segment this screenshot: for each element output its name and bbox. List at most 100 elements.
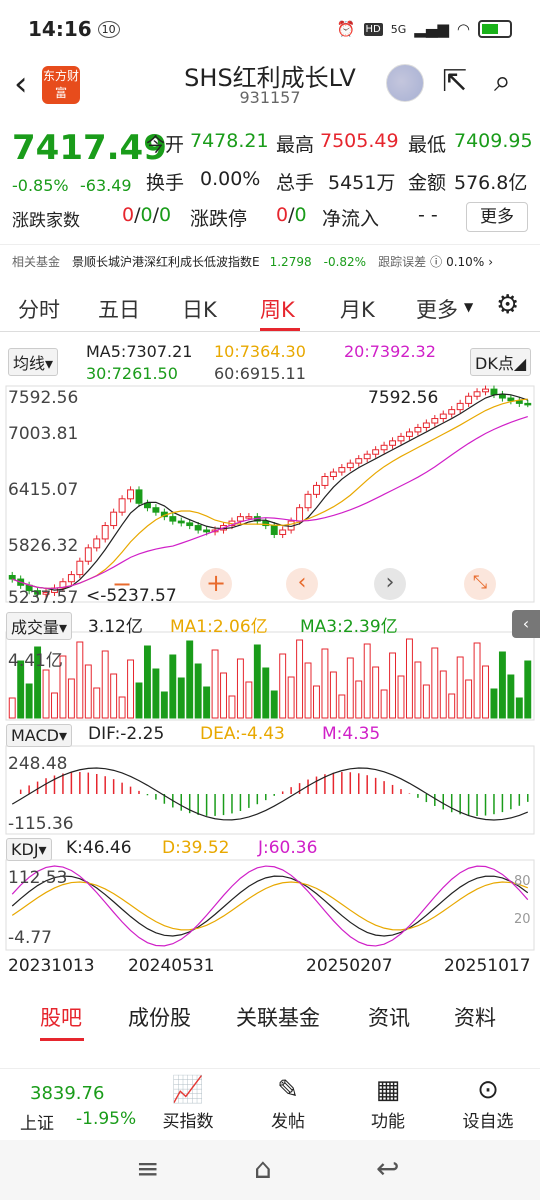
volume-bar	[482, 665, 489, 719]
candle-body	[363, 453, 371, 460]
volume-bar	[329, 671, 337, 719]
related-fund-row[interactable]: 相关基金 景顺长城沪港深红利成长低波指数E 1.2798 -0.82% 跟踪误差…	[0, 244, 540, 278]
gear-icon[interactable]: ⚙	[496, 290, 519, 320]
y-tick-3: 6415.07	[8, 480, 79, 500]
volume-bar	[84, 664, 92, 719]
buy-index-button[interactable]: 📈 买指数	[148, 1075, 228, 1132]
turnover-value: 0.00%	[200, 168, 261, 190]
tab-weekly[interactable]: 周K	[260, 294, 295, 324]
fullscreen-icon[interactable]: ⤡	[464, 568, 496, 600]
volume-bar	[194, 663, 202, 719]
more-button[interactable]: 更多	[466, 202, 528, 232]
dk-selector[interactable]: DK点◢	[470, 348, 532, 376]
x-tick-3: 20250207	[306, 956, 393, 976]
macd-dea: DEA:-4.43	[200, 724, 285, 744]
volume-bar	[127, 659, 135, 719]
back-icon[interactable]: ↩	[376, 1152, 399, 1185]
signal-5g-icon: 5G	[390, 22, 407, 36]
ma-selector[interactable]: 均线▾	[8, 348, 59, 376]
home-icon[interactable]: ⌂	[254, 1152, 272, 1185]
macd-selector[interactable]: MACD▾	[6, 724, 72, 747]
menu-icon[interactable]: ≡	[136, 1152, 159, 1185]
tab-constituents[interactable]: 成份股	[128, 1002, 191, 1032]
tab-intraday[interactable]: 分时	[18, 294, 60, 324]
volume-bar	[355, 680, 363, 719]
kdj-80: 80	[514, 874, 531, 889]
volume-bar	[439, 670, 447, 719]
battery-icon	[478, 20, 512, 38]
candle-body	[338, 467, 346, 473]
tracking-error-label: 跟踪误差	[378, 255, 427, 269]
status-bar: 14:16 10 ⏰ HD 5G ▂▄▆ ◠	[0, 0, 540, 58]
volume-bar	[498, 651, 506, 719]
share-icon[interactable]: ⇱	[442, 64, 467, 99]
zoom-out-icon[interactable]: −	[112, 570, 132, 598]
tab-more[interactable]: 更多	[416, 294, 458, 324]
candle-body	[439, 413, 447, 420]
collapse-panel-icon[interactable]: ‹	[512, 610, 540, 638]
quote-panel: 7417.49 -0.85% -63.49 今开 7478.21 最高 7505…	[0, 120, 540, 236]
candle-body	[473, 391, 481, 397]
candle-body	[346, 462, 354, 469]
volume-bar	[220, 672, 227, 719]
tab-related-funds[interactable]: 关联基金	[236, 1002, 320, 1032]
post-button[interactable]: ✎ 发帖	[248, 1075, 328, 1132]
candle-body	[422, 422, 430, 428]
tab-five-day[interactable]: 五日	[98, 294, 140, 324]
fund-label: 相关基金	[12, 255, 61, 269]
candle-body	[524, 402, 532, 406]
amount-value: 576.8亿	[454, 172, 528, 194]
kdj-j: J:60.36	[258, 838, 318, 858]
help-icon[interactable]: ⓘ	[430, 253, 442, 270]
volume-bar	[110, 673, 118, 719]
kdj-min: -4.77	[8, 928, 52, 948]
candle-body	[507, 397, 515, 402]
assistant-avatar[interactable]	[386, 64, 424, 102]
index-value[interactable]: 3839.76	[30, 1083, 104, 1104]
kdj-20: 20	[514, 912, 531, 927]
limit-value: 0/0	[276, 204, 307, 226]
scroll-left-icon[interactable]: ‹	[286, 568, 318, 600]
kdj-k: K:46.46	[66, 838, 132, 858]
volume-value: 5451万	[328, 172, 396, 194]
limit-label: 涨跌停	[190, 208, 248, 230]
y-tick-min: 5237.57	[8, 588, 79, 608]
tab-news[interactable]: 资讯	[368, 1002, 410, 1032]
kdj-selector[interactable]: KDJ▾	[6, 838, 52, 861]
candle-body	[76, 560, 84, 576]
volume-bar	[42, 669, 50, 719]
kdj-d: D:39.52	[162, 838, 230, 858]
inflow-label: 净流入	[322, 208, 380, 230]
volume-bar	[363, 643, 371, 719]
add-watchlist-button[interactable]: ⊙ 设自选	[448, 1075, 528, 1132]
scroll-right-icon[interactable]: ›	[374, 568, 406, 600]
adv-value: 0/0/0	[122, 204, 172, 226]
tab-profile[interactable]: 资料	[454, 1002, 496, 1032]
macd-min: -115.36	[8, 814, 74, 834]
volume-selector[interactable]: 成交量▾	[6, 612, 73, 640]
volume-bar	[177, 677, 185, 719]
volume-bar	[389, 652, 397, 719]
y-tick-2: 7003.81	[8, 424, 79, 444]
candle-body	[194, 525, 202, 531]
tab-forum[interactable]: 股吧	[40, 1002, 82, 1032]
search-icon[interactable]: ⌕	[494, 64, 511, 99]
volume-bar	[507, 674, 515, 719]
volume-ma1: MA1:2.06亿	[170, 617, 268, 637]
chart-area[interactable]: 7592.56 7003.81 6415.07 5826.32 5237.57 …	[0, 384, 540, 984]
high-value: 7505.49	[320, 130, 399, 152]
volume-bar	[253, 644, 261, 719]
low-value: 7409.95	[454, 130, 533, 152]
tab-daily[interactable]: 日K	[182, 294, 217, 324]
candle-body	[84, 547, 92, 562]
zoom-in-icon[interactable]: +	[200, 568, 232, 600]
volume-bar	[236, 658, 244, 719]
change-pct: -0.85%	[12, 176, 69, 195]
candle-body	[482, 388, 489, 393]
features-button[interactable]: ▦ 功能	[348, 1075, 428, 1132]
candle-body	[110, 511, 118, 527]
volume-bar	[304, 662, 312, 719]
volume-bar	[422, 684, 430, 719]
volume-bar	[372, 666, 380, 719]
tab-monthly[interactable]: 月K	[340, 294, 375, 324]
